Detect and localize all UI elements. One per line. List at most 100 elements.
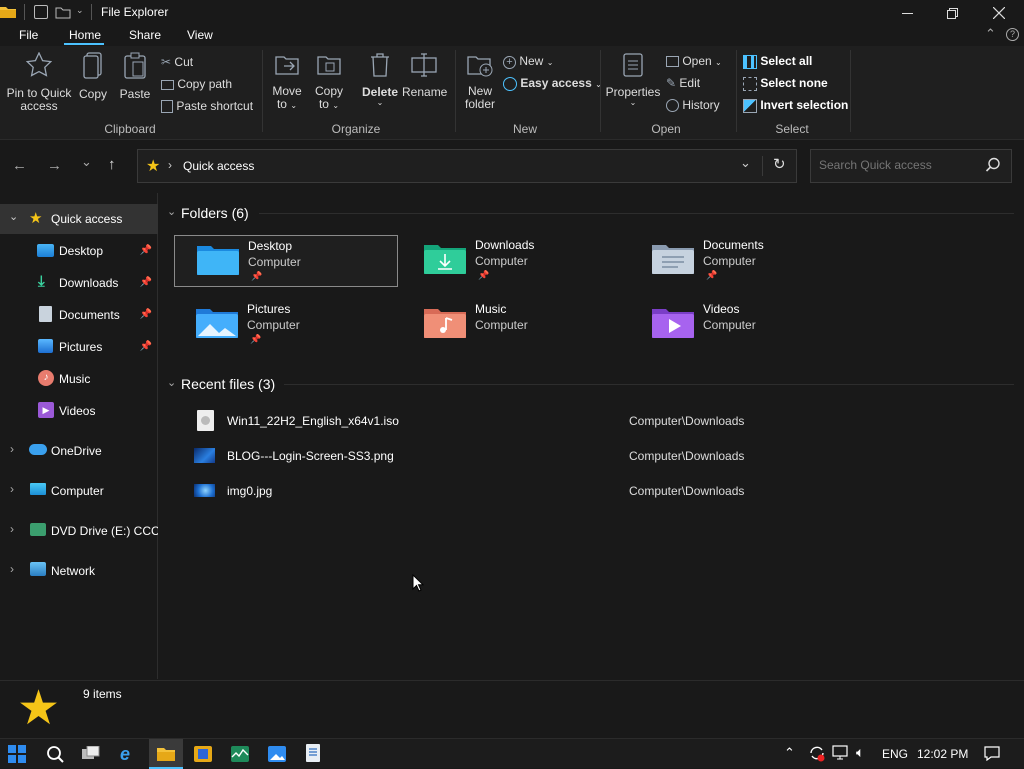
recent-files-section-header[interactable]: Recent files (3) xyxy=(181,376,275,392)
properties-quick-icon[interactable] xyxy=(34,5,48,19)
back-arrow-icon[interactable]: ← xyxy=(12,157,27,174)
search-icon[interactable] xyxy=(985,157,1001,173)
properties-button[interactable]: Properties ⌄ xyxy=(604,52,662,118)
rename-button[interactable]: Rename xyxy=(402,52,448,112)
file-location: Computer\Downloads xyxy=(629,449,745,463)
show-hidden-icons-chevron-icon[interactable]: ⌃ xyxy=(784,745,795,761)
folder-tile-videos[interactable]: Videos Computer xyxy=(630,299,854,351)
notifications-icon[interactable] xyxy=(984,746,1000,762)
tab-home[interactable]: Home xyxy=(69,28,101,42)
folder-tile-pictures[interactable]: Pictures Computer 📌 xyxy=(174,299,398,351)
search-box[interactable] xyxy=(810,149,1012,183)
pin-to-quick-access-button[interactable]: Pin to Quick access xyxy=(4,51,74,118)
folders-section-header[interactable]: Folders (6) xyxy=(181,205,249,221)
paste-button[interactable]: Paste xyxy=(117,52,153,112)
search-icon[interactable] xyxy=(46,745,64,763)
tab-view[interactable]: View xyxy=(187,28,213,42)
folder-tile-music[interactable]: Music Computer xyxy=(402,299,626,351)
nav-quick-access[interactable]: ⌄ ★ Quick access xyxy=(0,204,158,234)
notepad-icon[interactable] xyxy=(306,744,320,762)
cut-button[interactable]: ✂ Cut xyxy=(161,55,193,69)
task-view-icon[interactable] xyxy=(82,745,100,762)
nav-item-documents[interactable]: Documents 📌 xyxy=(0,300,158,330)
nav-item-pictures[interactable]: Pictures 📌 xyxy=(0,332,158,362)
new-folder-icon xyxy=(467,56,493,77)
recent-file-row[interactable]: img0.jpg Computer\Downloads xyxy=(159,476,1019,506)
folder-location: Computer xyxy=(248,255,301,269)
tab-share[interactable]: Share xyxy=(129,28,161,42)
photos-icon[interactable] xyxy=(268,746,286,762)
address-bar[interactable]: ★ › Quick access ⌄ ↻ xyxy=(137,149,797,183)
new-item-button[interactable]: + New ⌄ xyxy=(503,54,553,69)
easy-access-icon xyxy=(503,76,517,91)
nav-onedrive[interactable]: › OneDrive xyxy=(0,436,158,466)
customize-toolbar-chevron-icon[interactable]: ⌄ xyxy=(76,5,84,16)
invert-selection-button[interactable]: Invert selection xyxy=(743,98,848,113)
select-all-button[interactable]: Select all xyxy=(743,54,812,69)
nav-dvd-drive[interactable]: › DVD Drive (E:) CCCC xyxy=(0,516,158,546)
folder-tile-documents[interactable]: Documents Computer 📌 xyxy=(630,235,854,287)
copy-to-button[interactable]: Copy to ⌄ xyxy=(310,52,348,118)
collapse-chevron-icon[interactable]: ⌄ xyxy=(167,205,176,218)
clock[interactable]: 12:02 PM xyxy=(917,747,968,761)
nav-item-music[interactable]: ♪ Music xyxy=(0,364,158,394)
volume-icon[interactable]: 🔈︎ xyxy=(856,744,864,761)
folder-tile-desktop[interactable]: Desktop Computer 📌 xyxy=(174,235,398,287)
history-button[interactable]: History xyxy=(666,98,720,113)
language-indicator[interactable]: ENG xyxy=(882,747,908,761)
move-to-button[interactable]: Move to ⌄ xyxy=(268,52,306,118)
restore-icon[interactable] xyxy=(947,8,958,19)
expand-chevron-icon[interactable]: › xyxy=(10,442,14,456)
folder-tile-downloads[interactable]: Downloads Computer 📌 xyxy=(402,235,626,287)
recent-file-row[interactable]: Win11_22H2_English_x64v1.iso Computer\Do… xyxy=(159,406,1019,436)
windows-start-icon[interactable] xyxy=(8,745,26,763)
internet-explorer-icon[interactable]: e xyxy=(120,745,138,763)
paste-shortcut-button[interactable]: Paste shortcut xyxy=(161,99,253,114)
minimize-icon[interactable] xyxy=(902,13,913,14)
open-button[interactable]: Open ⌄ xyxy=(666,54,722,68)
tab-file[interactable]: File xyxy=(19,28,38,42)
star-icon: ★ xyxy=(29,210,43,227)
delete-button[interactable]: Delete ⌄ xyxy=(360,52,400,118)
forward-arrow-icon[interactable]: → xyxy=(47,157,62,174)
recent-file-row[interactable]: BLOG---Login-Screen-SS3.png Computer\Dow… xyxy=(159,441,1019,471)
nav-item-downloads[interactable]: ⤓ Downloads 📌 xyxy=(0,268,158,298)
expand-chevron-icon[interactable]: › xyxy=(10,482,14,496)
recent-locations-chevron-icon[interactable]: ⌄ xyxy=(81,154,92,170)
chevron-down-icon: ⌄ xyxy=(546,58,554,67)
address-dropdown-chevron-icon[interactable]: ⌄ xyxy=(740,155,751,171)
nav-item-desktop[interactable]: Desktop 📌 xyxy=(0,236,158,266)
folder-name: Desktop xyxy=(248,239,293,253)
new-folder-quick-icon[interactable] xyxy=(55,5,71,19)
expand-chevron-icon[interactable]: › xyxy=(10,522,14,536)
nav-computer-label: Computer xyxy=(51,484,104,498)
help-icon[interactable]: ? xyxy=(1006,28,1019,41)
new-folder-label-2: folder xyxy=(464,97,496,111)
up-arrow-icon[interactable]: ↑ xyxy=(108,156,116,173)
file-explorer-taskbar-button[interactable] xyxy=(149,739,183,769)
file-name: BLOG---Login-Screen-SS3.png xyxy=(227,449,394,463)
address-path[interactable]: Quick access xyxy=(183,159,254,173)
display-settings-icon[interactable] xyxy=(832,745,850,761)
task-manager-icon[interactable] xyxy=(231,746,249,762)
sync-alert-icon[interactable] xyxy=(808,744,826,762)
select-none-button[interactable]: Select none xyxy=(743,76,828,91)
edit-button[interactable]: ✎ Edit xyxy=(666,76,700,90)
expand-chevron-icon[interactable]: ⌄ xyxy=(9,210,18,223)
nav-network[interactable]: › Network xyxy=(0,556,158,586)
copy-button[interactable]: Copy xyxy=(76,52,110,112)
select-all-icon xyxy=(743,54,757,69)
collapse-chevron-icon[interactable]: ⌄ xyxy=(167,376,176,389)
expand-chevron-icon[interactable]: › xyxy=(10,562,14,576)
refresh-icon[interactable]: ↻ xyxy=(773,155,786,173)
close-icon[interactable] xyxy=(992,6,1006,20)
collapse-ribbon-icon[interactable]: ⌃ xyxy=(985,26,996,42)
media-player-icon[interactable] xyxy=(194,746,212,762)
nav-computer[interactable]: › Computer xyxy=(0,476,158,506)
search-input[interactable] xyxy=(819,158,979,172)
new-folder-button[interactable]: New folder xyxy=(460,52,500,118)
easy-access-button[interactable]: Easy access ⌄ xyxy=(503,76,602,91)
rename-label: Rename xyxy=(402,85,448,99)
nav-item-videos[interactable]: ▶ Videos xyxy=(0,396,158,426)
copy-path-button[interactable]: Copy path xyxy=(161,77,232,91)
